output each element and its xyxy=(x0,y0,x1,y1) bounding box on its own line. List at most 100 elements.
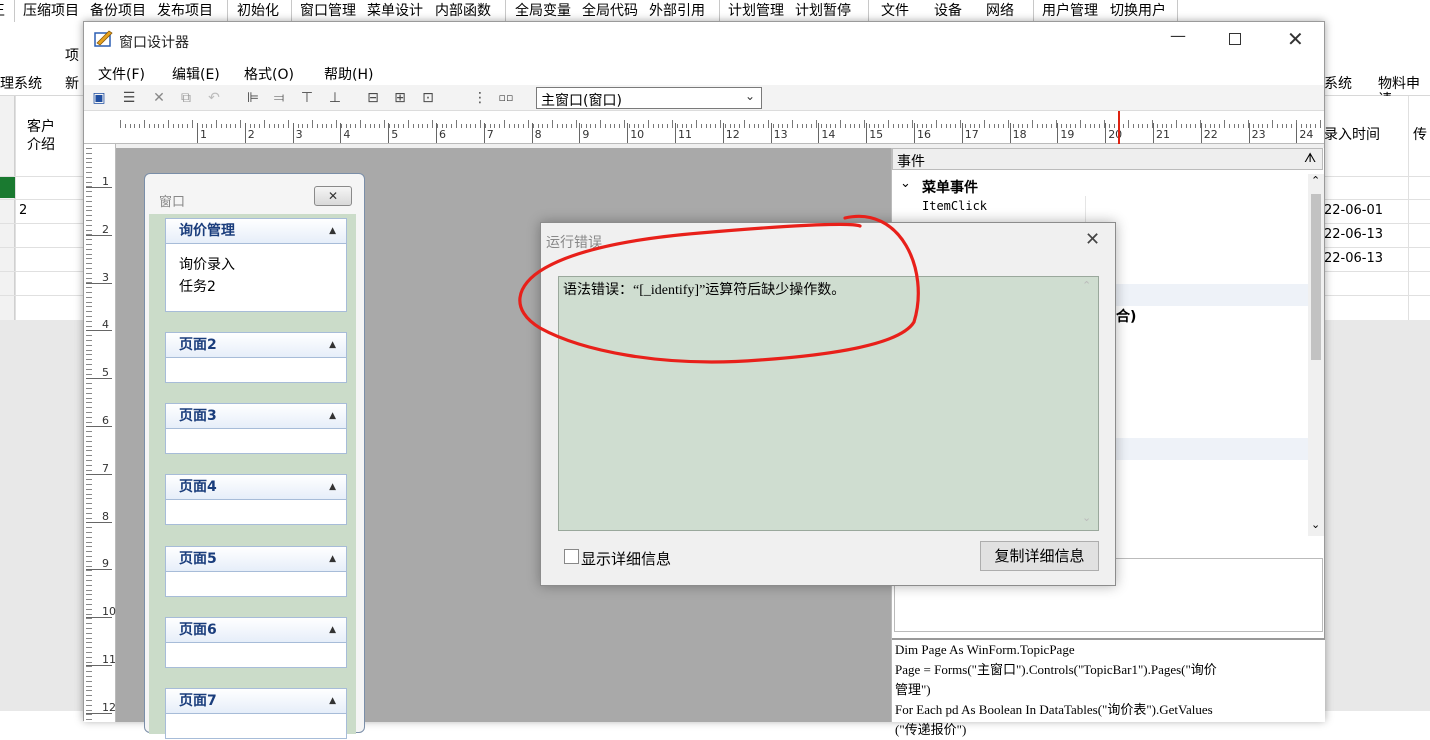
code-editor[interactable]: Dim Page As WinForm.TopicPage Page = For… xyxy=(892,638,1325,737)
collapse-icon[interactable]: ▲ xyxy=(329,404,336,428)
horizontal-spacing-icon[interactable]: ▫▫ xyxy=(497,89,515,107)
menu-plan-manage[interactable]: 计划管理 xyxy=(728,2,784,20)
section-body xyxy=(165,643,347,668)
delete-icon[interactable]: ✕ xyxy=(150,89,168,107)
designer-titlebar[interactable]: 窗口设计器 — ✕ xyxy=(84,22,1324,58)
pin-icon[interactable]: ᗑ xyxy=(1304,151,1316,166)
chevron-down-icon[interactable]: ⌄ xyxy=(900,176,911,191)
section-header[interactable]: 询价管理 ▲ xyxy=(165,218,347,244)
minimize-button[interactable]: — xyxy=(1170,26,1186,45)
menu-user-manage[interactable]: 用户管理 xyxy=(1042,2,1098,20)
section-item[interactable]: 任务2 xyxy=(179,276,216,296)
section-title: 页面4 xyxy=(179,479,217,495)
menu-format[interactable]: 格式(O) xyxy=(244,64,294,84)
menu-help[interactable]: 帮助(H) xyxy=(324,64,373,84)
tab-left-1[interactable]: 理系统 xyxy=(0,76,42,92)
ruler-label: 5 xyxy=(391,128,399,141)
ruler-label: 19 xyxy=(1060,128,1075,141)
designer-app-icon xyxy=(94,30,114,48)
window-selector[interactable]: 主窗口(窗口) ⌄ xyxy=(536,87,762,109)
code-line: Page = Forms("主窗口").Controls("TopicBar1"… xyxy=(895,662,1217,677)
code-line: 管理") xyxy=(895,682,931,697)
error-message-area[interactable]: 语法错误：“[_identify]”运算符后缺少操作数。 ⌃ ⌄ xyxy=(558,276,1099,531)
menu-external-refs[interactable]: 外部引用 xyxy=(649,2,705,20)
horizontal-ruler: 1 2 3 4 5 6 7 8 9 10 11 12 13 14 15 16 17 18 19 20 21 22 23 24 xyxy=(84,111,1324,144)
menu-backup-project[interactable]: 备份项目 xyxy=(90,2,146,20)
scroll-down-icon[interactable]: ⌄ xyxy=(1311,518,1320,531)
menu-menu-design[interactable]: 菜单设计 xyxy=(367,2,423,20)
section-header[interactable]: 页面4 ▲ xyxy=(165,474,347,500)
section-header[interactable]: 页面2 ▲ xyxy=(165,332,347,358)
menu-network[interactable]: 网络 xyxy=(986,2,1014,20)
menu-compress-project[interactable]: 压缩项目 xyxy=(23,2,79,20)
collapse-icon[interactable]: ▲ xyxy=(329,219,336,243)
tab-left-2[interactable]: 新 xyxy=(65,76,79,92)
menu-switch-user[interactable]: 切换用户 xyxy=(1110,2,1166,20)
maximize-button[interactable] xyxy=(1229,33,1241,45)
section-header[interactable]: 页面5 ▲ xyxy=(165,546,347,572)
section-title: 页面2 xyxy=(179,337,217,353)
events-scrollbar[interactable]: ⌃ ⌄ xyxy=(1308,174,1324,536)
scroll-up-icon[interactable]: ⌃ xyxy=(1311,174,1320,187)
grid-cell-num: 2 xyxy=(19,203,28,218)
menu-window-manage[interactable]: 窗口管理 xyxy=(300,2,356,20)
tab-right-1[interactable]: 系统 xyxy=(1324,76,1352,92)
section-item[interactable]: 询价录入 xyxy=(179,254,235,274)
menu-file[interactable]: 文件 xyxy=(881,2,909,20)
same-size-icon[interactable]: ⊡ xyxy=(419,89,437,107)
form-preview[interactable]: 窗口 ✕ 询价管理 ▲ 询价录入 任务2 页面2 ▲ 页面3 ▲ 页面4 ▲ 页面5 ▲ 页面6 ▲ 页面7… xyxy=(144,173,365,739)
ruler-label: 7 xyxy=(486,128,494,141)
save-icon[interactable]: ▣ xyxy=(90,89,108,107)
dialog-close-button[interactable]: ✕ xyxy=(1085,229,1100,250)
align-left-icon[interactable]: ⊫ xyxy=(244,89,262,107)
ruler-label: 22 xyxy=(1203,128,1218,141)
scroll-down-icon[interactable]: ⌄ xyxy=(1082,511,1091,524)
section-header[interactable]: 页面6 ▲ xyxy=(165,617,347,643)
ruler-label: 15 xyxy=(869,128,884,141)
menu-global-code[interactable]: 全局代码 xyxy=(582,2,638,20)
close-button[interactable]: ✕ xyxy=(1287,27,1304,51)
vertical-ruler: 1 2 3 4 5 6 7 8 9 10 11 12 xyxy=(84,144,116,722)
show-details-checkbox[interactable] xyxy=(564,549,579,564)
section-title: 页面3 xyxy=(179,408,217,424)
section-header[interactable]: 页面3 ▲ xyxy=(165,403,347,429)
scroll-thumb[interactable] xyxy=(1311,194,1321,360)
designer-menubar: 文件(F) 编辑(E) 格式(O) 帮助(H) xyxy=(84,58,1324,85)
menu-plan-pause[interactable]: 计划暂停 xyxy=(795,2,851,20)
vertical-spacing-icon[interactable]: ⋮ xyxy=(471,89,489,107)
same-height-icon[interactable]: ⊞ xyxy=(391,89,409,107)
properties-icon[interactable]: ☰ xyxy=(120,89,138,107)
same-width-icon[interactable]: ⊟ xyxy=(364,89,382,107)
section-body xyxy=(165,714,347,739)
collapse-icon[interactable]: ▲ xyxy=(329,689,336,713)
align-bottom-icon[interactable]: ⊥ xyxy=(326,89,344,107)
menu-item-prefix: 王 xyxy=(0,2,5,20)
collapse-icon[interactable]: ▲ xyxy=(329,475,336,499)
menu-publish-project[interactable]: 发布项目 xyxy=(157,2,213,20)
grid-cell-date: 22-06-13 xyxy=(1324,251,1384,266)
menu-device[interactable]: 设备 xyxy=(934,2,962,20)
form-close-button[interactable]: ✕ xyxy=(314,186,352,206)
ruler-label: 5 xyxy=(102,366,109,380)
ruler-label: 12 xyxy=(102,700,116,714)
collapse-icon[interactable]: ▲ xyxy=(329,333,336,357)
scroll-up-icon[interactable]: ⌃ xyxy=(1082,279,1091,292)
collapse-icon[interactable]: ▲ xyxy=(329,547,336,571)
section-header[interactable]: 页面7 ▲ xyxy=(165,688,347,714)
menu-global-vars[interactable]: 全局变量 xyxy=(515,2,571,20)
align-top-icon[interactable]: ⊤ xyxy=(298,89,316,107)
event-item[interactable]: ItemClick xyxy=(922,199,987,213)
collapse-icon[interactable]: ▲ xyxy=(329,618,336,642)
menu-initialize[interactable]: 初始化 xyxy=(237,2,279,20)
copy-details-button[interactable]: 复制详细信息 xyxy=(980,541,1099,571)
menu-file[interactable]: 文件(F) xyxy=(98,64,145,84)
chevron-down-icon: ⌄ xyxy=(744,89,755,103)
undo-icon[interactable]: ↶ xyxy=(205,89,223,107)
menu-internal-functions[interactable]: 内部函数 xyxy=(435,2,491,20)
code-line: Dim Page As WinForm.TopicPage xyxy=(895,642,1075,657)
ruler-label: 3 xyxy=(295,128,303,141)
copy-icon[interactable]: ⧉ xyxy=(177,89,195,107)
menu-edit[interactable]: 编辑(E) xyxy=(172,64,220,84)
ruler-label: 10 xyxy=(102,605,116,619)
align-right-icon[interactable]: ⫤ xyxy=(270,89,288,107)
